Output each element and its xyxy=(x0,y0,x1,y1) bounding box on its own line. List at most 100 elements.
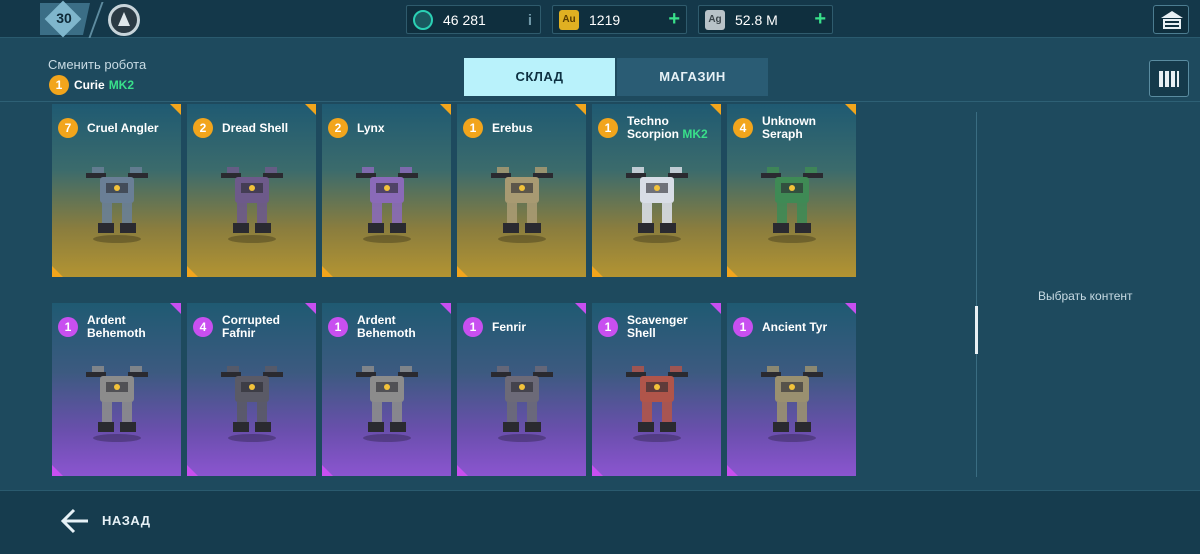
hangar-button[interactable] xyxy=(1153,5,1189,34)
rarity-corner xyxy=(592,266,603,277)
robot-name: Ardent Behemoth xyxy=(357,314,443,340)
robot-card[interactable]: 7 Cruel Angler xyxy=(52,104,181,277)
robot-name: Techno Scorpion MK2 xyxy=(627,115,713,141)
player-level: 30 xyxy=(56,10,72,26)
rarity-corner xyxy=(727,465,738,476)
card-header: 1 Scavenger Shell xyxy=(598,311,713,343)
card-header: 1 Techno Scorpion MK2 xyxy=(598,112,713,144)
robot-name-text: Corrupted Fafnir xyxy=(222,313,280,340)
robot-name-text: Fenrir xyxy=(492,319,527,334)
robot-name-text: Techno Scorpion xyxy=(627,114,680,141)
league-rank-icon[interactable] xyxy=(108,4,140,36)
robot-image xyxy=(352,159,422,247)
current-robot-mk: MK2 xyxy=(108,78,135,92)
bottom-bar xyxy=(0,490,1200,554)
card-header: 1 Ardent Behemoth xyxy=(58,311,173,343)
robot-name: Unknown Seraph xyxy=(762,115,848,141)
rarity-corner xyxy=(52,465,63,476)
rarity-corner xyxy=(727,266,738,277)
silver-value: 52.8 M xyxy=(735,12,778,28)
robot-name: Cruel Angler xyxy=(87,120,159,135)
tab-shop[interactable]: МАГАЗИН xyxy=(617,58,768,96)
current-robot[interactable]: 1 Curie MK2 xyxy=(49,75,134,95)
robot-image xyxy=(757,358,827,446)
tab-storage[interactable]: СКЛАД xyxy=(464,58,615,96)
rarity-corner xyxy=(52,266,63,277)
robot-name-text: Lynx xyxy=(357,120,385,135)
robot-card[interactable]: 4 Corrupted Fafnir xyxy=(187,303,316,476)
robot-image xyxy=(487,159,557,247)
current-robot-name: Curie xyxy=(74,78,105,92)
power-cell-icon xyxy=(413,10,433,30)
robot-name: Dread Shell xyxy=(222,121,288,135)
add-silver-icon[interactable]: + xyxy=(814,8,826,31)
divider xyxy=(0,101,1200,102)
current-robot-level: 1 xyxy=(49,75,69,95)
robot-name: Ardent Behemoth xyxy=(87,314,173,340)
power-cells-counter[interactable]: 46 281 i xyxy=(406,5,541,34)
rarity-corner xyxy=(457,266,468,277)
robot-card[interactable]: 1 Ardent Behemoth xyxy=(322,303,451,476)
silver-icon: Ag xyxy=(705,10,725,30)
silver-counter[interactable]: Ag 52.8 M + xyxy=(698,5,833,34)
robot-card[interactable]: 1 Fenrir xyxy=(457,303,586,476)
card-header: 1 Fenrir xyxy=(463,311,578,343)
robot-image xyxy=(487,358,557,446)
robot-card[interactable]: 4 Unknown Seraph xyxy=(727,104,856,277)
robot-name: Erebus xyxy=(492,120,533,135)
robot-level: 1 xyxy=(598,118,618,138)
robot-level: 2 xyxy=(193,118,213,138)
collection-icon xyxy=(1159,71,1179,87)
robot-image xyxy=(82,358,152,446)
back-button[interactable]: НАЗАД xyxy=(56,508,166,534)
robot-card[interactable]: 1 Scavenger Shell xyxy=(592,303,721,476)
rarity-corner xyxy=(592,465,603,476)
gold-value: 1219 xyxy=(589,12,621,28)
robot-name: Fenrir xyxy=(492,319,527,334)
card-header: 1 Ancient Tyr xyxy=(733,311,848,343)
info-icon[interactable]: i xyxy=(528,12,532,29)
robot-card[interactable]: 1 Ardent Behemoth xyxy=(52,303,181,476)
card-header: 1 Ardent Behemoth xyxy=(328,311,443,343)
robot-image xyxy=(622,159,692,247)
robot-image xyxy=(82,159,152,247)
robot-name-text: Ancient Tyr xyxy=(762,319,828,334)
robot-name: Lynx xyxy=(357,120,385,135)
robot-name: Scavenger Shell xyxy=(627,314,713,340)
robot-name-text: Cruel Angler xyxy=(87,120,159,135)
rarity-corner xyxy=(187,465,198,476)
hangar-roof-icon xyxy=(1161,11,1183,18)
robot-name-text: Erebus xyxy=(492,120,533,135)
select-content-label: Выбрать контент xyxy=(1038,289,1133,303)
robot-name-text: Ardent Behemoth xyxy=(87,313,146,340)
rarity-corner xyxy=(457,465,468,476)
robot-level: 1 xyxy=(328,317,348,337)
change-robot-label[interactable]: Сменить робота xyxy=(48,57,146,72)
robot-image xyxy=(757,159,827,247)
gold-icon: Au xyxy=(559,10,579,30)
robot-level: 7 xyxy=(58,118,78,138)
robot-card[interactable]: 1 Erebus xyxy=(457,104,586,277)
robot-image xyxy=(217,159,287,247)
back-arrow-icon xyxy=(60,508,88,534)
robot-level: 1 xyxy=(58,317,78,337)
robot-card[interactable]: 1 Ancient Tyr xyxy=(727,303,856,476)
card-header: 4 Unknown Seraph xyxy=(733,112,848,144)
robot-name: Ancient Tyr xyxy=(762,319,828,334)
gold-counter[interactable]: Au 1219 + xyxy=(552,5,687,34)
robot-level: 4 xyxy=(193,317,213,337)
robot-mk: MK2 xyxy=(682,127,708,141)
robot-card[interactable]: 2 Dread Shell xyxy=(187,104,316,277)
scrollbar-thumb[interactable] xyxy=(975,306,978,354)
robot-level: 4 xyxy=(733,118,753,138)
robot-card[interactable]: 2 Lynx xyxy=(322,104,451,277)
rarity-corner xyxy=(187,266,198,277)
robot-card[interactable]: 1 Techno Scorpion MK2 xyxy=(592,104,721,277)
hangar-door-icon xyxy=(1163,19,1181,29)
card-header: 2 Lynx xyxy=(328,112,443,144)
robot-level: 2 xyxy=(328,118,348,138)
card-header: 7 Cruel Angler xyxy=(58,112,173,144)
robot-collection-button[interactable] xyxy=(1149,60,1189,97)
add-gold-icon[interactable]: + xyxy=(668,8,680,31)
scrollbar-track[interactable] xyxy=(976,112,977,477)
